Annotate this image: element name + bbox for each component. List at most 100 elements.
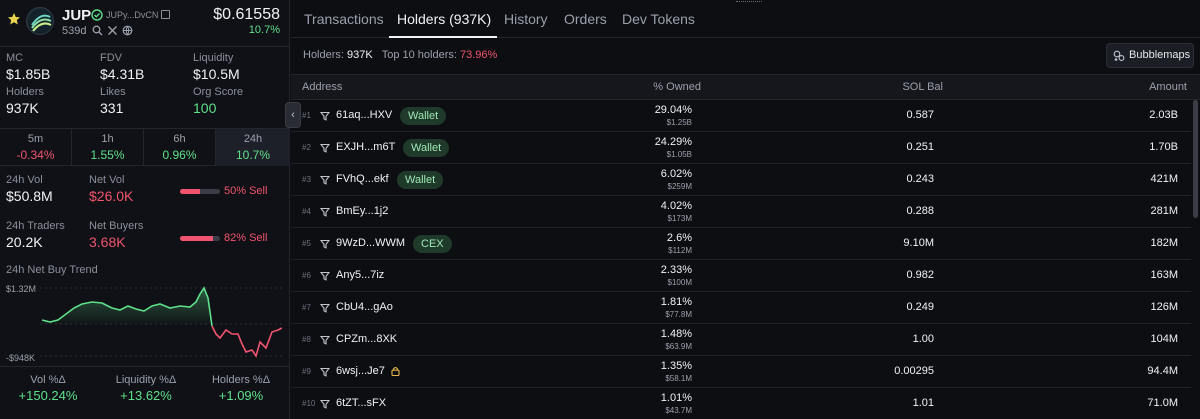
tab-orders[interactable]: Orders bbox=[564, 11, 607, 27]
holder-amount: 421M bbox=[1150, 173, 1178, 185]
bubblemaps-button[interactable]: Bubblemaps bbox=[1106, 43, 1194, 68]
search-icon[interactable] bbox=[92, 25, 103, 36]
metric-liquidity: Liquidity $10.5M bbox=[193, 52, 240, 82]
metric-fdv: FDV $4.31B bbox=[100, 52, 145, 82]
table-row[interactable]: #8 CPZm...8XK 1.48% $63.9M 1.00 104M bbox=[291, 324, 1191, 356]
star-icon[interactable] bbox=[7, 12, 21, 26]
table-row[interactable]: #5 9WzD...WWM CEX 2.6% $112M 9.10M 182M bbox=[291, 228, 1191, 260]
holder-owned-pct: 1.48% bbox=[660, 328, 692, 340]
copy-icon[interactable] bbox=[161, 10, 170, 19]
holder-owned-usd: $173M bbox=[667, 214, 692, 223]
holder-sol-balance: 0.251 bbox=[906, 141, 934, 153]
holder-rank: #8 bbox=[302, 335, 311, 344]
holder-rank: #9 bbox=[302, 367, 311, 376]
token-symbol: JUP bbox=[62, 7, 92, 24]
holder-address[interactable]: CPZm...8XK bbox=[336, 333, 397, 345]
holder-sol-balance: 0.249 bbox=[906, 301, 934, 313]
filter-icon[interactable] bbox=[320, 111, 330, 121]
collapse-panel-button[interactable]: ‹ bbox=[285, 102, 301, 128]
holder-address[interactable]: Any5...7iz bbox=[336, 269, 384, 281]
holder-sol-balance: 1.00 bbox=[912, 333, 934, 345]
holder-amount: 94.4M bbox=[1147, 365, 1178, 377]
token-address[interactable]: JUPy...DvCN bbox=[106, 10, 158, 20]
filter-icon[interactable] bbox=[320, 239, 330, 249]
holder-rank: #6 bbox=[302, 271, 311, 280]
holder-address[interactable]: 9WzD...WWM bbox=[336, 237, 405, 249]
traders-sell-label: 82% Sell bbox=[224, 232, 268, 244]
col-amount[interactable]: Amount bbox=[1149, 81, 1187, 93]
timeframe-6h[interactable]: 6h 0.96% bbox=[144, 129, 216, 166]
holder-owned-usd: $259M bbox=[667, 182, 692, 191]
chevron-left-icon: ‹ bbox=[291, 109, 295, 121]
filter-icon[interactable] bbox=[320, 207, 330, 217]
tab-dev-tokens[interactable]: Dev Tokens bbox=[622, 11, 695, 27]
filter-icon[interactable] bbox=[320, 367, 330, 377]
filter-icon[interactable] bbox=[320, 271, 330, 281]
holder-sol-balance: 0.587 bbox=[906, 109, 934, 121]
table-row[interactable]: #7 CbU4...gAo 1.81% $77.8M 0.249 126M bbox=[291, 292, 1191, 324]
bubblemaps-icon bbox=[1113, 50, 1125, 61]
table-row[interactable]: #9 6wsj...Je7 1.35% $58.1M 0.00295 94.4M bbox=[291, 356, 1191, 388]
holder-tag-badge: CEX bbox=[413, 235, 452, 253]
holder-owned-usd: $63.9M bbox=[665, 342, 692, 351]
holder-owned-usd: $1.05B bbox=[666, 150, 692, 159]
token-header: JUP JUPy...DvCN 539d $0.61558 10.7% bbox=[0, 0, 290, 46]
holder-rank: #4 bbox=[302, 207, 311, 216]
holder-owned-pct: 6.02% bbox=[660, 168, 692, 180]
metric-mc: MC $1.85B bbox=[6, 52, 51, 82]
holder-address[interactable]: EXJH...m6T bbox=[336, 141, 395, 153]
col-address[interactable]: Address bbox=[302, 81, 342, 93]
col-sol-bal[interactable]: SOL Bal bbox=[902, 81, 943, 93]
footer-holders-change: Holders %Δ +1.09% bbox=[211, 374, 271, 403]
holder-sol-balance: 0.00295 bbox=[894, 365, 934, 377]
holder-address[interactable]: FVhQ...ekf bbox=[336, 173, 389, 185]
globe-icon[interactable] bbox=[122, 25, 133, 36]
token-panel: JUP JUPy...DvCN 539d $0.61558 10.7% MC $… bbox=[0, 0, 290, 419]
holder-owned-pct: 2.6% bbox=[666, 232, 692, 244]
table-row[interactable]: #4 BmEy...1j2 4.02% $173M 0.288 281M bbox=[291, 196, 1191, 228]
x-twitter-icon[interactable] bbox=[107, 25, 118, 36]
filter-icon[interactable] bbox=[320, 399, 330, 409]
holder-owned-pct: 1.35% bbox=[660, 360, 692, 372]
token-age: 539d bbox=[62, 25, 87, 37]
lock-icon bbox=[391, 367, 400, 376]
table-row[interactable]: #1 61aq...HXV Wallet 29.04% $1.25B 0.587 2.03B bbox=[291, 100, 1191, 132]
timeframe-24h[interactable]: 24h 10.7% bbox=[216, 129, 290, 166]
timeframe-5m[interactable]: 5m -0.34% bbox=[0, 129, 72, 166]
filter-icon[interactable] bbox=[320, 143, 330, 153]
table-row[interactable]: #3 FVhQ...ekf Wallet 6.02% $259M 0.243 421M bbox=[291, 164, 1191, 196]
holder-rank: #3 bbox=[302, 175, 311, 184]
filter-icon[interactable] bbox=[320, 335, 330, 345]
holder-owned-pct: 4.02% bbox=[660, 200, 692, 212]
holder-tag-badge: Wallet bbox=[403, 139, 450, 157]
stat-24h-traders: 24h Traders 20.2K bbox=[6, 220, 65, 250]
holder-address[interactable]: 6wsj...Je7 bbox=[336, 365, 385, 377]
filter-icon[interactable] bbox=[320, 303, 330, 313]
holder-address[interactable]: 6tZT...sFX bbox=[336, 397, 386, 409]
timeframe-1h[interactable]: 1h 1.55% bbox=[72, 129, 144, 166]
holder-tag-badge: Wallet bbox=[397, 171, 444, 189]
tab-bar: Transactions Holders (937K) History Orde… bbox=[291, 0, 1200, 38]
table-row[interactable]: #6 Any5...7iz 2.33% $100M 0.982 163M bbox=[291, 260, 1191, 292]
holders-summary: Holders: 937K Top 10 holders: 73.96% bbox=[303, 49, 498, 61]
stat-24h-vol: 24h Vol $50.8M bbox=[6, 174, 53, 204]
holder-address[interactable]: BmEy...1j2 bbox=[336, 205, 388, 217]
divider bbox=[0, 46, 290, 47]
holder-address[interactable]: 61aq...HXV bbox=[336, 109, 392, 121]
tab-holders[interactable]: Holders (937K) bbox=[397, 11, 491, 27]
holder-address[interactable]: CbU4...gAo bbox=[336, 301, 393, 313]
scrollbar[interactable] bbox=[1193, 100, 1198, 218]
holder-owned-pct: 2.33% bbox=[660, 264, 692, 276]
col-owned[interactable]: % Owned bbox=[653, 81, 701, 93]
table-row[interactable]: #2 EXJH...m6T Wallet 24.29% $1.05B 0.251 1.70B bbox=[291, 132, 1191, 164]
holder-sol-balance: 0.243 bbox=[906, 173, 934, 185]
tab-transactions[interactable]: Transactions bbox=[304, 11, 384, 27]
table-row[interactable]: #10 6tZT...sFX 1.01% $43.7M 1.01 71.0M bbox=[291, 388, 1191, 419]
net-buy-trend-chart bbox=[40, 286, 282, 358]
filter-icon[interactable] bbox=[320, 175, 330, 185]
holders-table-header: Address % Owned SOL Bal Amount bbox=[291, 74, 1200, 100]
holder-owned-usd: $112M bbox=[668, 246, 692, 255]
tab-history[interactable]: History bbox=[504, 11, 548, 27]
active-tab-indicator bbox=[389, 36, 497, 38]
stat-net-buyers: Net Buyers 3.68K bbox=[89, 220, 144, 250]
